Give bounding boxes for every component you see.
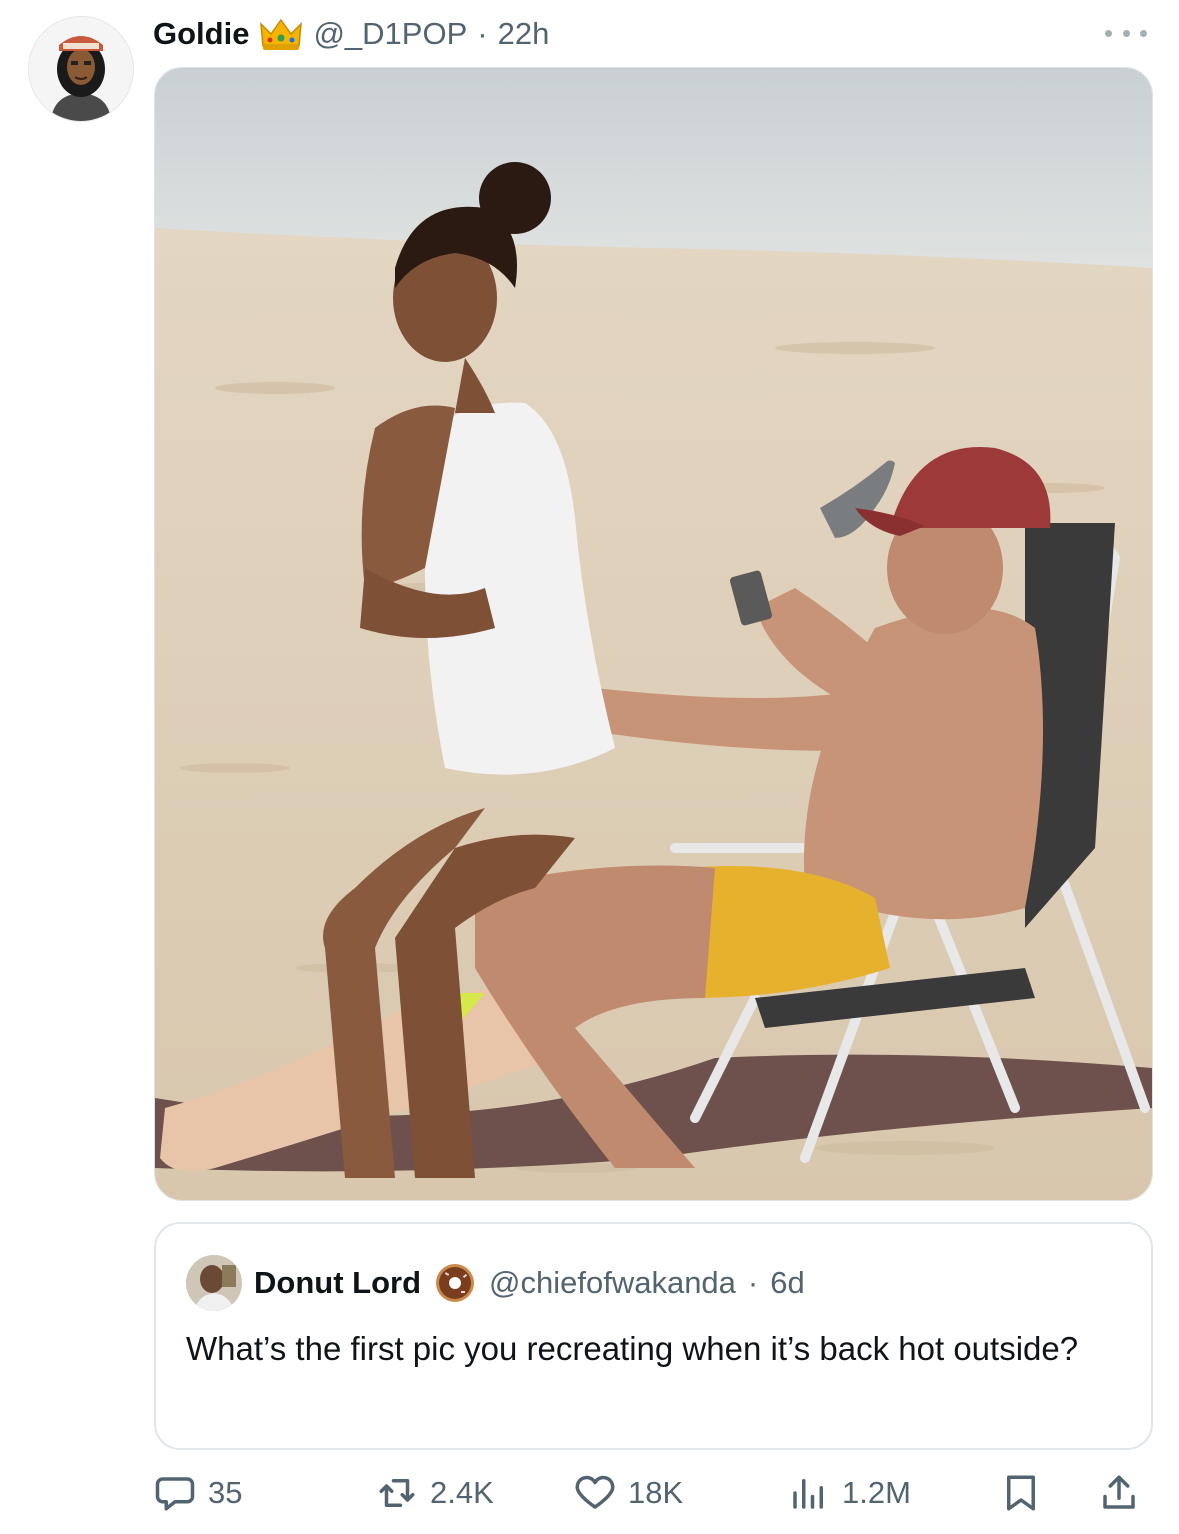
more-dot-icon xyxy=(1140,29,1147,37)
quoted-author-handle: @chiefofwakanda xyxy=(489,1265,736,1300)
quoted-author-display-name: Donut Lord xyxy=(254,1265,422,1300)
reply-count: 35 xyxy=(208,1475,243,1510)
more-dot-icon xyxy=(1105,29,1112,37)
bookmark-icon xyxy=(1007,1475,1035,1511)
like-count: 18K xyxy=(628,1475,684,1510)
quoted-tweet-timestamp: 6d xyxy=(770,1265,805,1300)
donut-emoji-icon xyxy=(436,1264,475,1302)
heart-icon xyxy=(575,1475,615,1509)
cartoon-avatar-icon xyxy=(29,17,133,121)
repost-arrows-icon xyxy=(379,1479,415,1507)
quoted-meta-separator: · xyxy=(747,1265,759,1300)
reply-bubble-icon xyxy=(155,1477,195,1511)
view-count: 1.2M xyxy=(842,1475,911,1510)
beach-photo xyxy=(155,68,1152,1200)
bookmark-button[interactable] xyxy=(1000,1470,1042,1516)
share-upload-icon xyxy=(1103,1475,1135,1509)
author-display-name[interactable]: Goldie xyxy=(153,16,249,52)
quoted-tweet-header: Donut Lord @chiefofwakanda · 6d xyxy=(186,1254,805,1312)
person-photo-avatar-icon xyxy=(186,1255,242,1311)
quoted-tweet-card[interactable]: Donut Lord @chiefofwakanda · 6d What’s t… xyxy=(154,1222,1153,1450)
crown-emoji-icon xyxy=(260,18,303,50)
repost-button[interactable]: 2.4K xyxy=(376,1470,494,1516)
analytics-bars-icon xyxy=(793,1479,823,1509)
views-button[interactable]: 1.2M xyxy=(788,1470,911,1516)
repost-count: 2.4K xyxy=(430,1475,494,1510)
author-avatar[interactable] xyxy=(28,16,134,122)
tweet-media-image[interactable] xyxy=(154,67,1153,1201)
tweet-timestamp[interactable]: 22h xyxy=(498,16,550,52)
like-button[interactable]: 18K xyxy=(574,1470,683,1516)
more-options-button[interactable] xyxy=(1105,18,1147,48)
author-handle[interactable]: @_D1POP xyxy=(313,16,467,52)
reply-button[interactable]: 35 xyxy=(154,1470,242,1516)
share-button[interactable] xyxy=(1098,1470,1140,1516)
quoted-author-avatar[interactable] xyxy=(186,1255,242,1311)
quoted-tweet-text: What’s the first pic you recreating when… xyxy=(186,1330,1079,1367)
more-dot-icon xyxy=(1122,29,1130,37)
tweet-action-bar: 35 2.4K 18K 1.2M xyxy=(154,1460,1144,1526)
meta-separator: · xyxy=(477,16,488,51)
tweet-header: Goldie @_D1POP · 22h xyxy=(153,10,549,58)
